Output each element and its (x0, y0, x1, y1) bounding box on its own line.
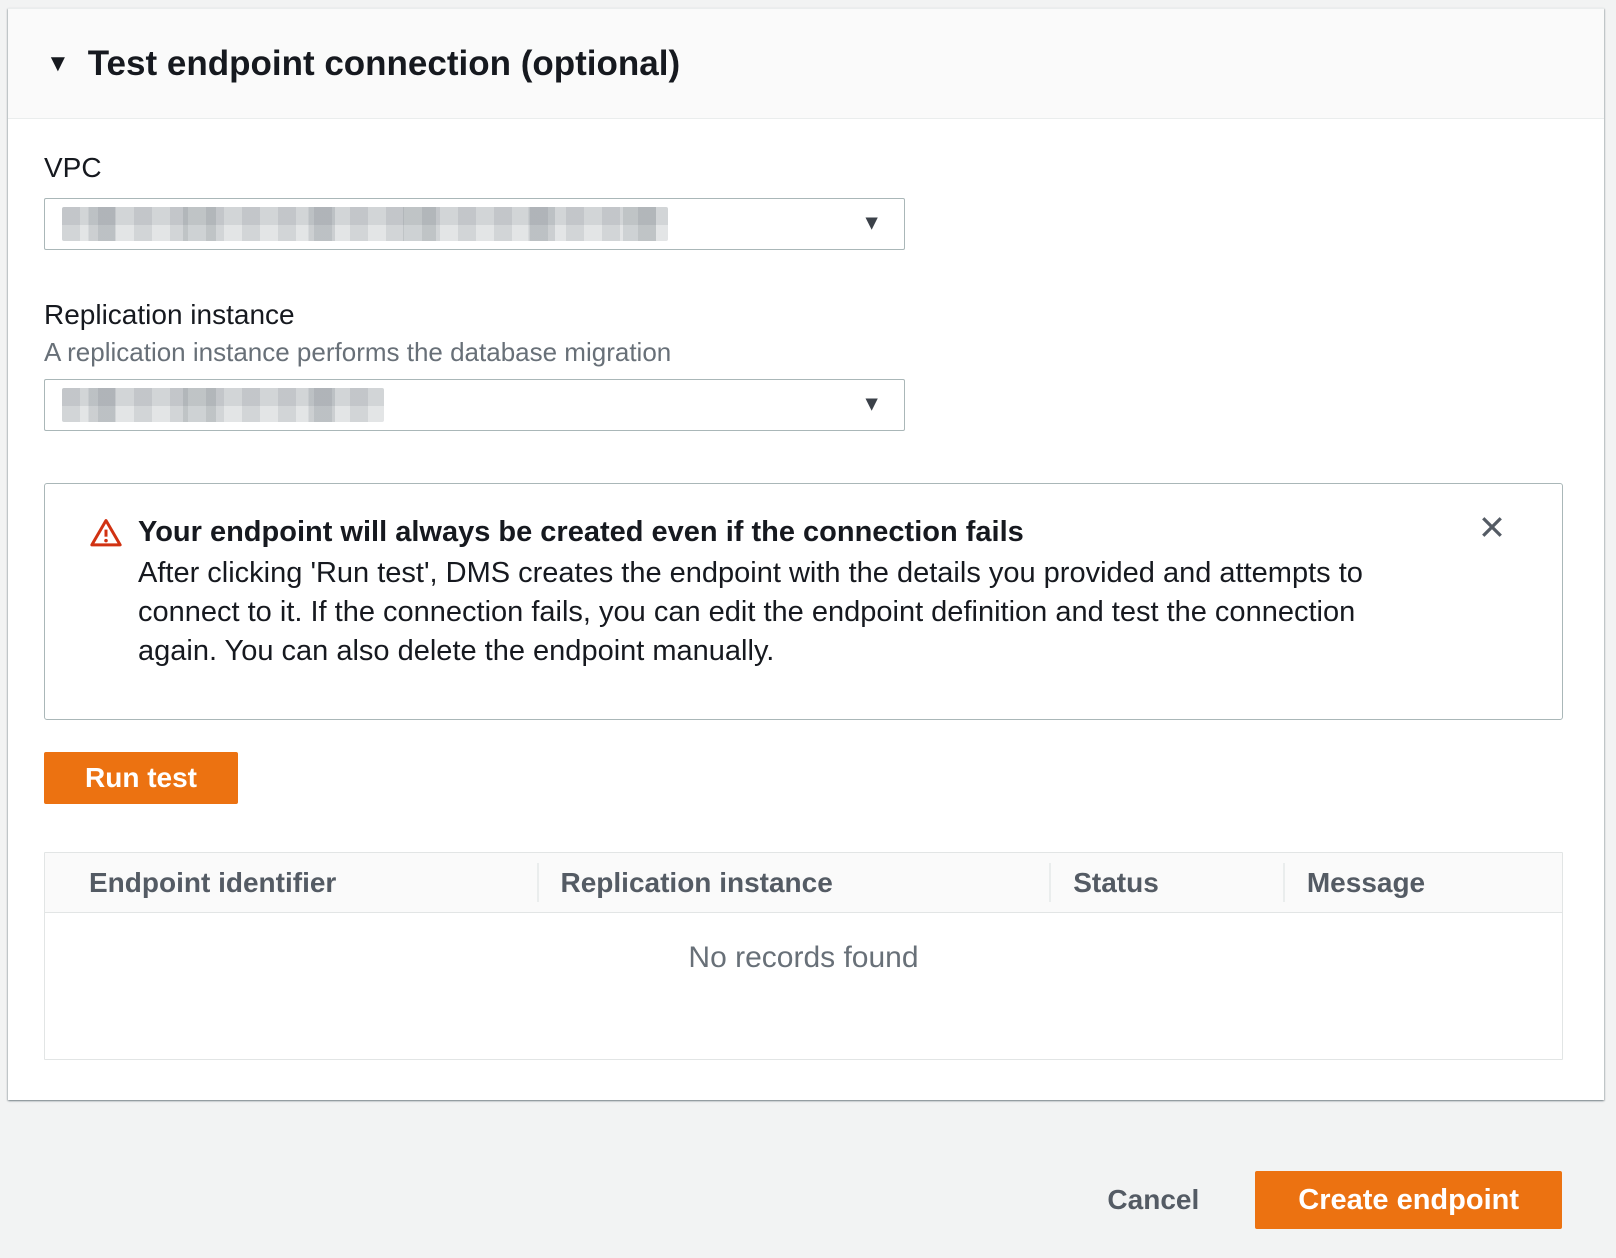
section-body: VPC ▼ Replication instance A replication… (8, 119, 1604, 1100)
table-header-row: Endpoint identifier Replication instance… (45, 853, 1562, 913)
warning-text-block: Your endpoint will always be created eve… (138, 514, 1438, 685)
column-header-endpoint-identifier: Endpoint identifier (45, 853, 537, 912)
caret-down-icon: ▼ (861, 394, 882, 415)
test-endpoint-connection-panel: ▼ Test endpoint connection (optional) VP… (8, 8, 1604, 1100)
column-header-status: Status (1049, 853, 1283, 912)
create-endpoint-button[interactable]: Create endpoint (1255, 1171, 1562, 1229)
no-records-message: No records found (688, 941, 918, 974)
replication-instance-label: Replication instance (44, 298, 1562, 331)
section-header-toggle[interactable]: ▼ Test endpoint connection (optional) (8, 9, 1604, 119)
table-empty-state: No records found (45, 913, 1562, 1059)
column-header-message: Message (1283, 853, 1562, 912)
replication-instance-selected-value-redacted (62, 388, 384, 422)
caret-down-icon: ▼ (861, 213, 882, 234)
vpc-select[interactable]: ▼ (44, 198, 905, 250)
replication-instance-field: Replication instance A replication insta… (44, 298, 1562, 431)
form-actions-footer: Cancel Create endpoint (0, 1100, 1616, 1258)
warning-title: Your endpoint will always be created eve… (138, 514, 1438, 550)
caret-down-icon: ▼ (46, 52, 70, 76)
replication-instance-select[interactable]: ▼ (44, 379, 905, 431)
vpc-selected-value-redacted (62, 207, 668, 241)
close-icon[interactable] (1474, 510, 1510, 546)
replication-instance-description: A replication instance performs the data… (44, 337, 1562, 367)
column-header-replication-instance: Replication instance (537, 853, 1050, 912)
test-results-table: Endpoint identifier Replication instance… (44, 852, 1563, 1060)
warning-flashbar: Your endpoint will always be created eve… (44, 483, 1563, 720)
cancel-button[interactable]: Cancel (1097, 1184, 1209, 1216)
vpc-label: VPC (44, 151, 1562, 184)
section-title: Test endpoint connection (optional) (88, 44, 680, 84)
warning-body: After clicking 'Run test', DMS creates t… (138, 554, 1438, 671)
vpc-field: VPC ▼ (44, 151, 1562, 250)
run-test-button[interactable]: Run test (44, 752, 238, 804)
warning-triangle-icon (89, 516, 123, 685)
